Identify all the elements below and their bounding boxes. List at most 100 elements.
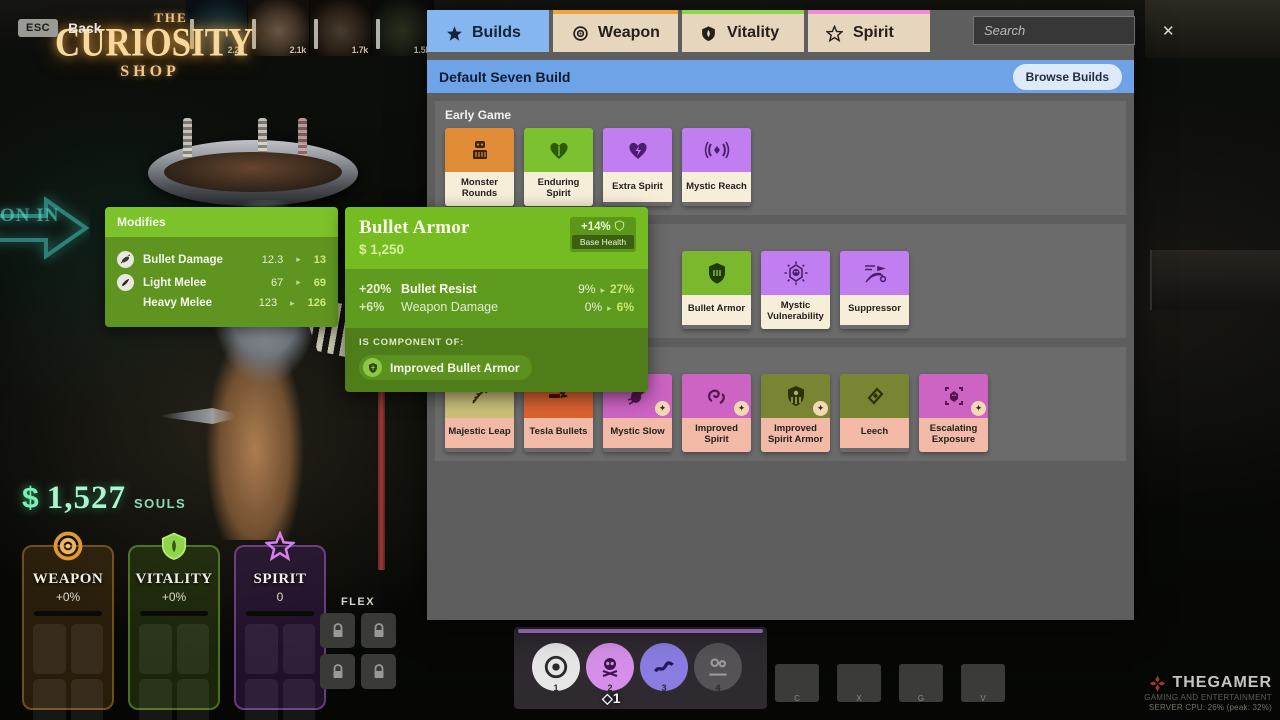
modifies-old-value: 12.3 (262, 254, 283, 266)
equipped-slot[interactable]: G (899, 664, 943, 702)
flex-slot[interactable] (361, 654, 396, 689)
tab-label: Spirit (853, 24, 894, 42)
modifies-new-value: 13 (314, 254, 326, 266)
ability-key: 4 (715, 683, 720, 693)
item-slot[interactable] (245, 679, 278, 720)
leech-icon (863, 384, 887, 408)
ability-key: 1 (553, 683, 558, 693)
modifies-stat-name: Light Melee (143, 277, 262, 289)
shop-item[interactable]: Extra Spirit (603, 128, 672, 206)
shop-item[interactable]: Mystic Vulnerability (761, 251, 830, 329)
tab-builds[interactable]: Builds (427, 10, 549, 52)
shop-item[interactable]: ✦ Improved Spirit Armor (761, 374, 830, 452)
vitality-shield-icon (700, 24, 718, 42)
item-art (603, 128, 672, 172)
equipped-item-slots: C X G V (775, 664, 1005, 702)
shop-item[interactable]: ✦ Escalating Exposure (919, 374, 988, 452)
category-spirit[interactable]: SPIRIT 0 (234, 545, 326, 710)
ability-slot-4[interactable]: 4 (694, 643, 742, 691)
portrait[interactable]: 1.5k (372, 0, 434, 56)
melee-icon (117, 274, 134, 291)
item-slot[interactable] (177, 624, 210, 674)
search-box[interactable]: ✕ (973, 16, 1135, 45)
tab-weapon[interactable]: Weapon (553, 10, 678, 52)
thegamer-logo-icon (1149, 675, 1166, 692)
shop-item[interactable]: ✦ Improved Spirit (682, 374, 751, 452)
portrait[interactable]: 1.7k (310, 0, 372, 56)
ability-bar: 1 2 3 (514, 627, 767, 709)
lock-icon (331, 623, 345, 639)
ability-slot-1[interactable]: 1 (532, 643, 580, 691)
item-slot[interactable] (283, 624, 316, 674)
item-slot[interactable] (139, 679, 172, 720)
item-art: ✦ (919, 374, 988, 418)
close-icon[interactable]: ✕ (1162, 22, 1175, 40)
equipped-slot-key: X (856, 694, 861, 703)
component-name: Improved Bullet Armor (390, 361, 520, 375)
heart-bolt-icon (626, 138, 650, 162)
arrow-icon: ▸ (290, 298, 295, 309)
category-weapon[interactable]: WEAPON +0% (22, 545, 114, 710)
item-slot[interactable] (177, 679, 210, 720)
modifies-row: Heavy Melee 123 ▸ 126 (117, 297, 326, 309)
category-name: SPIRIT (236, 571, 324, 588)
item-slot[interactable] (71, 679, 104, 720)
equipped-slot[interactable]: X (837, 664, 881, 702)
souls-counter: $ 1,527 SOULS (22, 480, 186, 517)
item-slot[interactable] (283, 679, 316, 720)
shop-item[interactable]: Monster Rounds (445, 128, 514, 206)
flex-grid (320, 613, 396, 689)
shop-item[interactable]: Enduring Spirit (524, 128, 593, 206)
item-name: Leech (840, 418, 909, 448)
stat-old-value: 9% (578, 282, 595, 296)
souls-icon: $ (359, 242, 367, 257)
build-title: Default Seven Build (439, 69, 1013, 85)
shop-item[interactable]: Mystic Reach (682, 128, 751, 206)
equipped-slot-key: V (980, 694, 985, 703)
item-slot[interactable] (245, 624, 278, 674)
equipped-slot[interactable]: C (775, 664, 819, 702)
ability-1-icon (543, 654, 569, 680)
equipped-slot-key: G (918, 694, 924, 703)
component-item[interactable]: Improved Bullet Armor (359, 355, 532, 380)
tab-spirit[interactable]: Spirit (808, 10, 930, 52)
flex-slot[interactable] (320, 654, 355, 689)
stat-amount: +20% (359, 282, 401, 296)
item-slot[interactable] (33, 679, 66, 720)
item-slot[interactable] (71, 624, 104, 674)
improved-bullet-armor-icon (363, 358, 382, 377)
game-screen: 2.2k 2.1k 1.7k 1.5k ON IN E (0, 0, 1280, 720)
ability-slot-3[interactable]: 3 (640, 643, 688, 691)
flex-slot[interactable] (361, 613, 396, 648)
equipped-slot[interactable]: V (961, 664, 1005, 702)
heart-leaf-icon (547, 138, 571, 162)
item-slot[interactable] (33, 624, 66, 674)
ability-2-skull-icon (598, 655, 622, 679)
tab-label: Vitality (727, 24, 779, 42)
item-slot[interactable] (139, 624, 172, 674)
flex-slot[interactable] (320, 613, 355, 648)
tab-vitality[interactable]: Vitality (682, 10, 804, 52)
sound-wave-icon (704, 138, 730, 162)
back-control[interactable]: ESC Back (18, 19, 102, 37)
robot-icon (468, 138, 492, 162)
category-slots (236, 616, 324, 720)
ability-slot-2[interactable]: 2 (586, 643, 634, 691)
shop-item-bullet-armor[interactable]: Bullet Armor (682, 251, 751, 329)
category-vitality[interactable]: VITALITY +0% (128, 545, 220, 710)
souls-label: SOULS (134, 496, 186, 511)
browse-builds-button[interactable]: Browse Builds (1013, 64, 1122, 90)
tab-label: Builds (472, 24, 521, 42)
skull-burst-icon (783, 260, 809, 286)
right-side-panel (1150, 250, 1280, 310)
watermark-subtitle: GAMING AND ENTERTAINMENT (1144, 693, 1272, 702)
category-name: VITALITY (130, 571, 218, 588)
arrow-icon: ▸ (296, 277, 301, 288)
shop-item[interactable]: Suppressor (840, 251, 909, 329)
build-bar: Default Seven Build Browse Builds (427, 60, 1134, 93)
portrait[interactable]: 2.1k (248, 0, 310, 56)
spirit-swirl-icon (704, 384, 730, 408)
shop-item[interactable]: Leech (840, 374, 909, 452)
search-input[interactable] (984, 23, 1162, 38)
spirit-pip-icon: ✦ (655, 401, 670, 416)
